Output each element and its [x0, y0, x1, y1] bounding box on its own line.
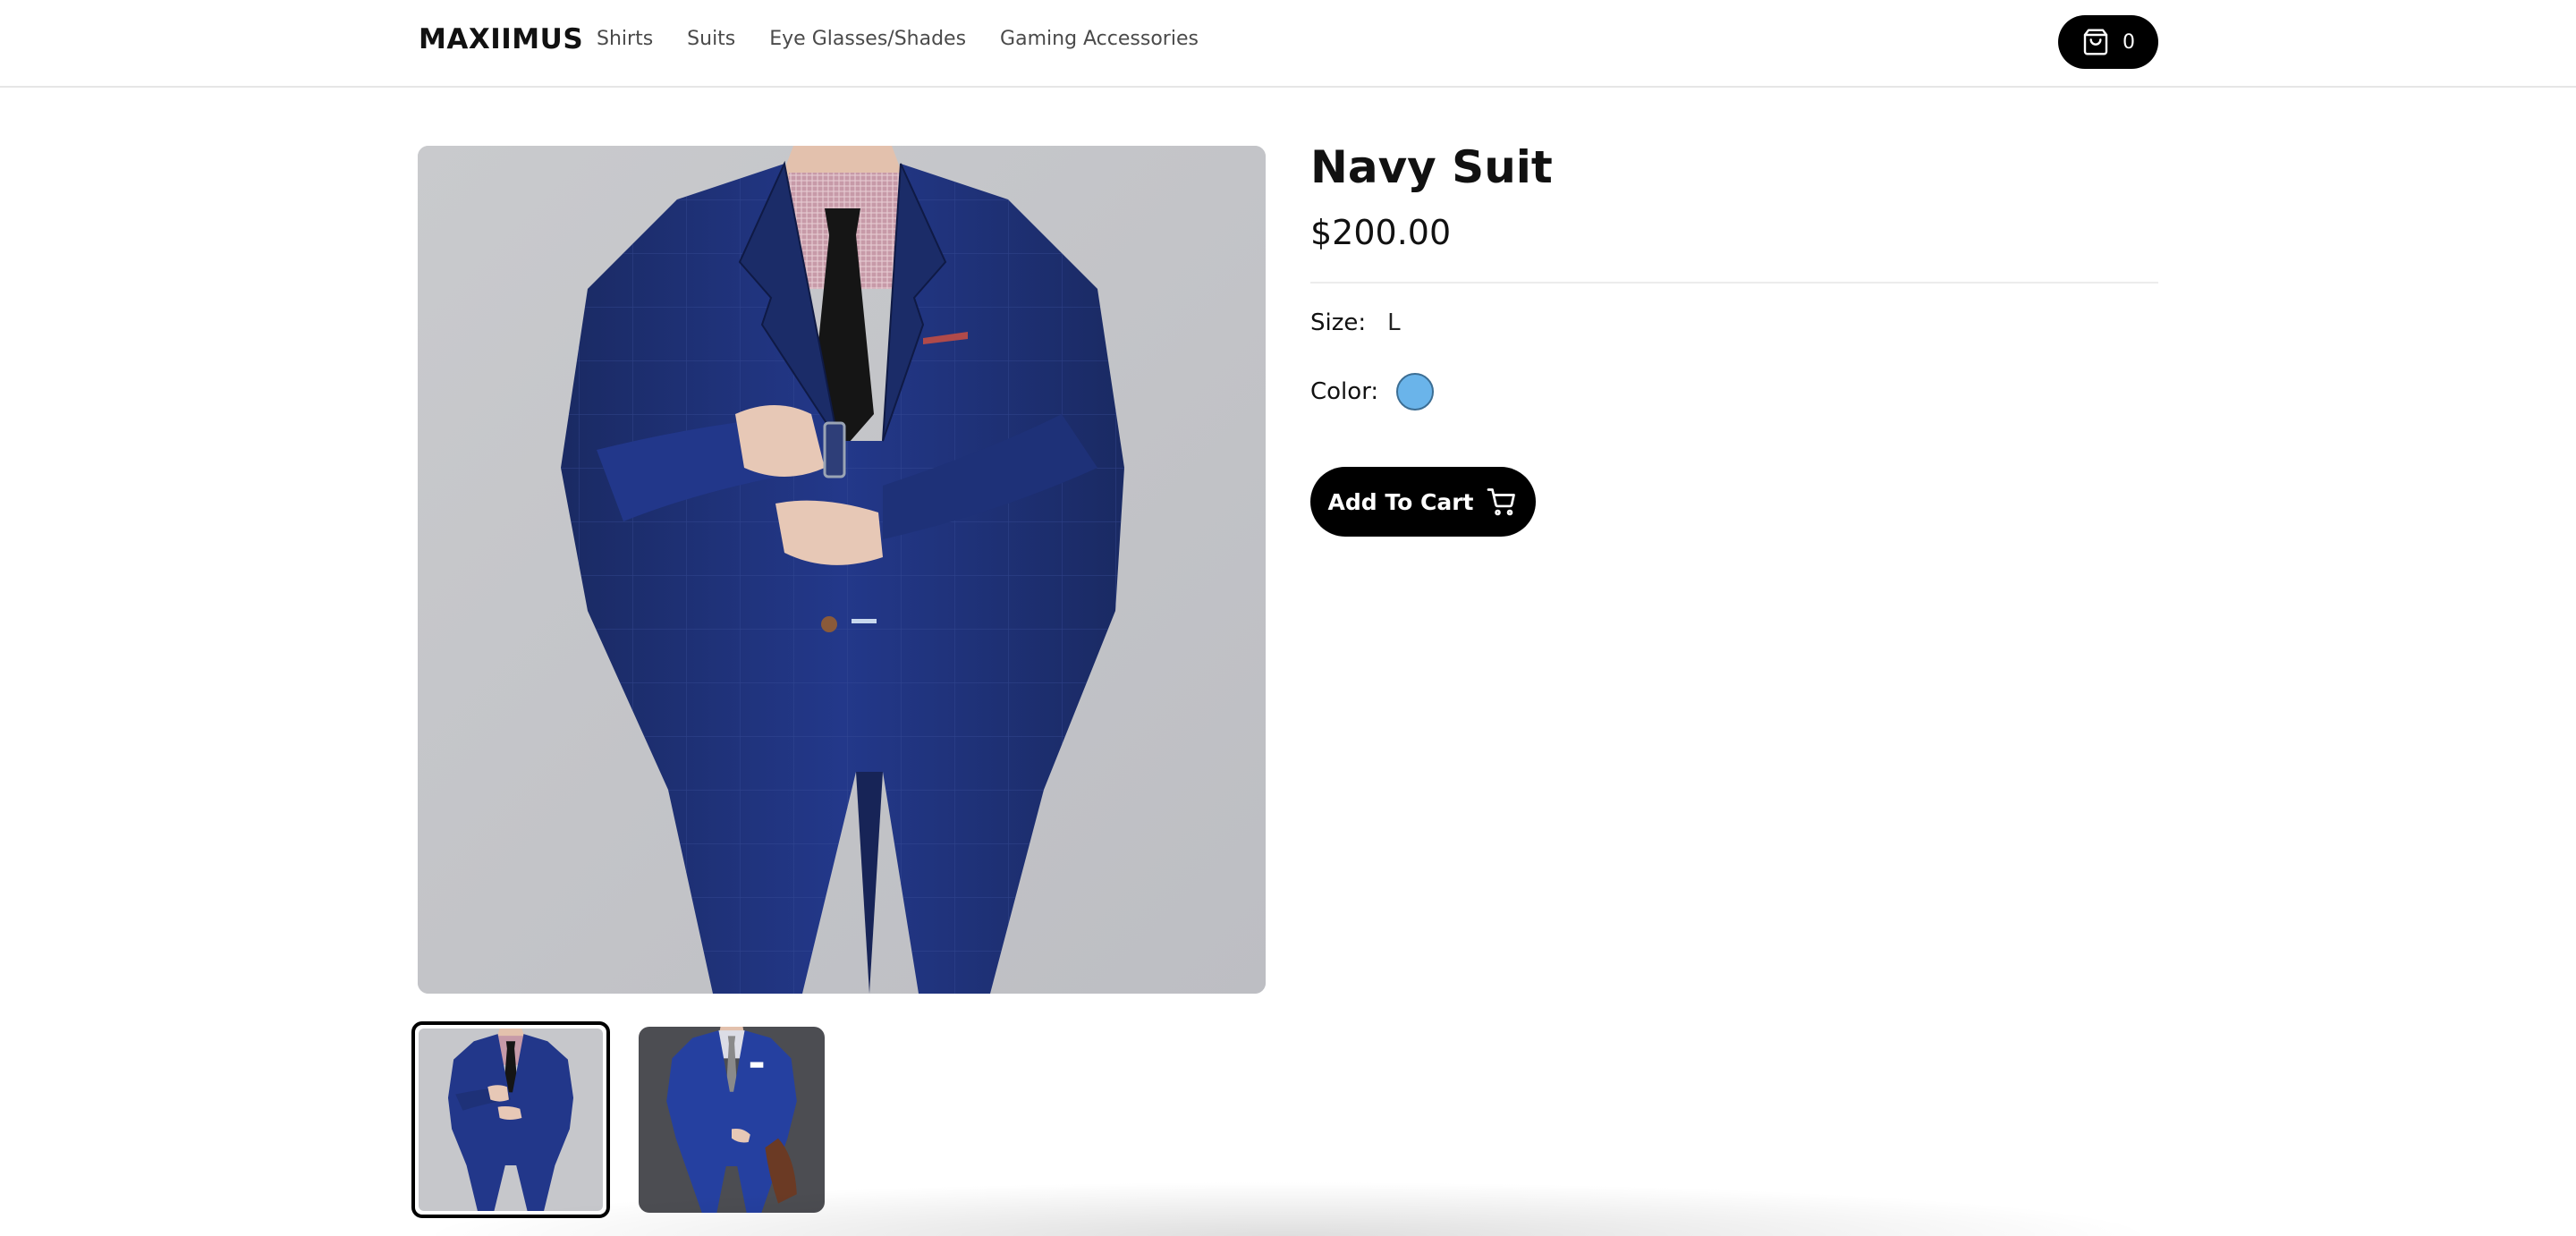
color-label: Color: — [1310, 378, 1379, 405]
nav-link-suits[interactable]: Suits — [687, 28, 735, 50]
site-header: MAXIIMUS Shirts Suits Eye Glasses/Shades… — [0, 0, 2576, 88]
shopping-bag-icon — [2083, 29, 2108, 55]
product-title: Navy Suit — [1310, 141, 1553, 193]
nav-link-gaming-accessories[interactable]: Gaming Accessories — [1000, 28, 1199, 50]
cart-button[interactable]: 0 — [2058, 15, 2158, 69]
size-row: Size: L — [1310, 309, 1401, 336]
thumbnail-1-selected[interactable] — [411, 1021, 610, 1218]
thumbnail-gallery — [411, 1021, 966, 1218]
product-price: $200.00 — [1310, 213, 1452, 252]
site-logo[interactable]: MAXIIMUS — [419, 23, 583, 55]
add-to-cart-button[interactable]: Add To Cart — [1310, 467, 1536, 537]
color-row: Color: — [1310, 373, 1435, 411]
size-label: Size: — [1310, 309, 1367, 336]
navy-suit-photo — [418, 146, 1266, 994]
thumbnail-image-side — [639, 1027, 825, 1213]
nav-link-eye-glasses-shades[interactable]: Eye Glasses/Shades — [769, 28, 966, 50]
main-nav: Shirts Suits Eye Glasses/Shades Gaming A… — [597, 28, 1199, 50]
cart-icon — [1487, 488, 1516, 516]
size-value[interactable]: L — [1387, 309, 1401, 336]
add-to-cart-label: Add To Cart — [1327, 488, 1474, 515]
thumbnail-image-front — [419, 1029, 603, 1211]
product-main-image[interactable] — [418, 146, 1266, 994]
color-swatch-blue[interactable] — [1396, 373, 1435, 411]
nav-link-shirts[interactable]: Shirts — [597, 28, 653, 50]
thumbnail-2[interactable] — [639, 1027, 825, 1213]
cart-count: 0 — [2123, 30, 2135, 54]
details-divider — [1310, 282, 2158, 284]
bottom-shadow — [0, 1172, 2576, 1236]
